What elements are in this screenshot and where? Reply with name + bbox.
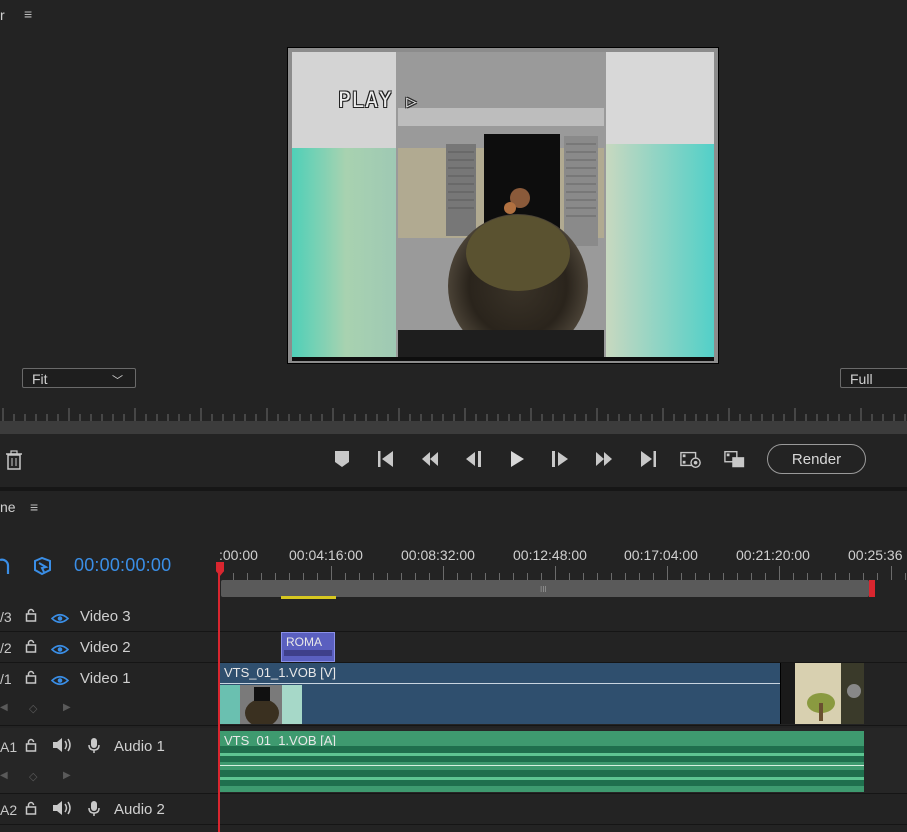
step-forward-icon (552, 451, 568, 467)
title-clip-label: ROMA (286, 635, 322, 649)
eye-icon[interactable] (50, 642, 70, 660)
lock-icon[interactable] (25, 801, 37, 820)
timeline-panel-title[interactable]: ne (0, 499, 16, 515)
add-keyframe-icon[interactable]: ◇ (29, 702, 37, 715)
add-keyframe-icon[interactable]: ◇ (29, 770, 37, 783)
audio-waveform (220, 746, 864, 786)
work-area-grip[interactable]: III (540, 585, 547, 594)
program-video-frame: PLAY ▷ (287, 47, 719, 364)
chevron-down-icon: ﹀ (112, 375, 123, 387)
playback-resolution-value: Full (850, 371, 873, 387)
track-id-a1[interactable]: A1 (0, 739, 17, 755)
lock-icon[interactable] (25, 670, 37, 689)
go-to-out-button[interactable] (637, 448, 659, 470)
track-name-video-3: Video 3 (80, 608, 131, 625)
video-clip-head-thumbnail (220, 685, 302, 724)
speaker-icon[interactable] (51, 800, 73, 821)
step-back-one-frame-button[interactable] (463, 448, 485, 470)
track-row-video-3 (0, 601, 907, 632)
microphone-icon[interactable] (87, 800, 101, 822)
program-monitor-panel: r ≡ PLAY ▷ Fit ﹀ Full Render (0, 0, 907, 487)
add-marker-button[interactable] (331, 448, 353, 470)
ruler-label: 00:04:16:00 (289, 547, 363, 563)
next-keyframe-icon[interactable]: ▶ (63, 702, 71, 713)
prev-keyframe-icon[interactable]: ◀ (0, 770, 8, 781)
compare-frames-icon (724, 450, 745, 468)
track-name-video-1: Video 1 (80, 670, 131, 687)
fit-zoom-value: Fit (32, 371, 48, 387)
monitor-menu-icon[interactable]: ≡ (24, 6, 32, 22)
vcr-overlay-text: PLAY ▷ (338, 88, 417, 112)
track-id-v1[interactable]: /1 (0, 671, 12, 687)
fast-forward-button[interactable] (593, 448, 615, 470)
playhead-line[interactable] (218, 566, 220, 832)
track-row-video-2 (0, 632, 907, 663)
timeline-time-ruler[interactable] (219, 566, 907, 580)
fit-zoom-select[interactable]: Fit ﹀ (22, 368, 136, 388)
lock-icon[interactable] (25, 738, 37, 757)
camera-icon (680, 451, 701, 468)
work-area-end-marker[interactable] (869, 580, 875, 597)
track-name-audio-1: Audio 1 (114, 738, 165, 755)
render-status-bar (281, 596, 336, 599)
rewind-icon (422, 452, 438, 466)
fast-forward-icon (596, 452, 612, 466)
microphone-icon[interactable] (87, 737, 101, 759)
trash-icon[interactable] (3, 449, 25, 471)
track-id-a2[interactable]: A2 (0, 802, 17, 818)
eye-icon[interactable] (50, 673, 70, 691)
snap-icon[interactable] (0, 557, 12, 580)
title-clip[interactable]: ROMA (281, 632, 335, 662)
go-to-in-icon (378, 451, 393, 467)
play-button[interactable] (506, 448, 528, 470)
ruler-label: 00:21:20:00 (736, 547, 810, 563)
play-icon (511, 451, 524, 467)
eye-icon[interactable] (50, 611, 70, 629)
step-forward-one-frame-button[interactable] (549, 448, 571, 470)
monitor-scrub-bar[interactable] (0, 421, 907, 434)
vcr-play-text: PLAY (338, 88, 393, 112)
step-back-button[interactable] (419, 448, 441, 470)
lock-icon[interactable] (25, 639, 37, 658)
audio-clip[interactable]: VTS_01_1.VOB [A] (220, 731, 864, 792)
track-name-audio-2: Audio 2 (114, 801, 165, 818)
vcr-play-icon: ▷ (406, 92, 418, 112)
export-frame-button[interactable] (680, 448, 702, 470)
ruler-label: :00:00 (219, 547, 258, 563)
marker-icon (335, 451, 349, 467)
monitor-panel-title[interactable]: r (0, 7, 5, 23)
ruler-label: 00:25:36 (848, 547, 903, 563)
ruler-label: 00:08:32:00 (401, 547, 475, 563)
track-id-v2[interactable]: /2 (0, 640, 12, 656)
video-clip-opacity-line (220, 683, 864, 684)
comparison-view-button[interactable] (724, 448, 746, 470)
lock-icon[interactable] (25, 608, 37, 627)
track-id-v3[interactable]: /3 (0, 609, 12, 625)
title-clip-body (284, 650, 332, 656)
monitor-time-ruler[interactable] (0, 405, 907, 421)
go-to-in-button[interactable] (375, 448, 397, 470)
video-clip-label: VTS_01_1.VOB [V] (224, 665, 337, 680)
ruler-label: 00:12:48:00 (513, 547, 587, 563)
linked-selection-icon[interactable] (33, 556, 53, 581)
next-keyframe-icon[interactable]: ▶ (63, 770, 71, 781)
step-back-icon (466, 451, 481, 467)
speaker-icon[interactable] (51, 737, 73, 758)
video-clip-tail-thumbnail (780, 663, 864, 724)
video-clip[interactable]: VTS_01_1.VOB [V] (220, 663, 864, 724)
track-name-video-2: Video 2 (80, 639, 131, 656)
timeline-menu-icon[interactable]: ≡ (30, 499, 38, 515)
ruler-label: 00:17:04:00 (624, 547, 698, 563)
render-button[interactable]: Render (767, 444, 866, 474)
playhead-timecode[interactable]: 00:00:00:00 (74, 555, 171, 576)
go-to-out-icon (641, 451, 656, 467)
playback-resolution-select[interactable]: Full (840, 368, 907, 388)
prev-keyframe-icon[interactable]: ◀ (0, 702, 8, 713)
